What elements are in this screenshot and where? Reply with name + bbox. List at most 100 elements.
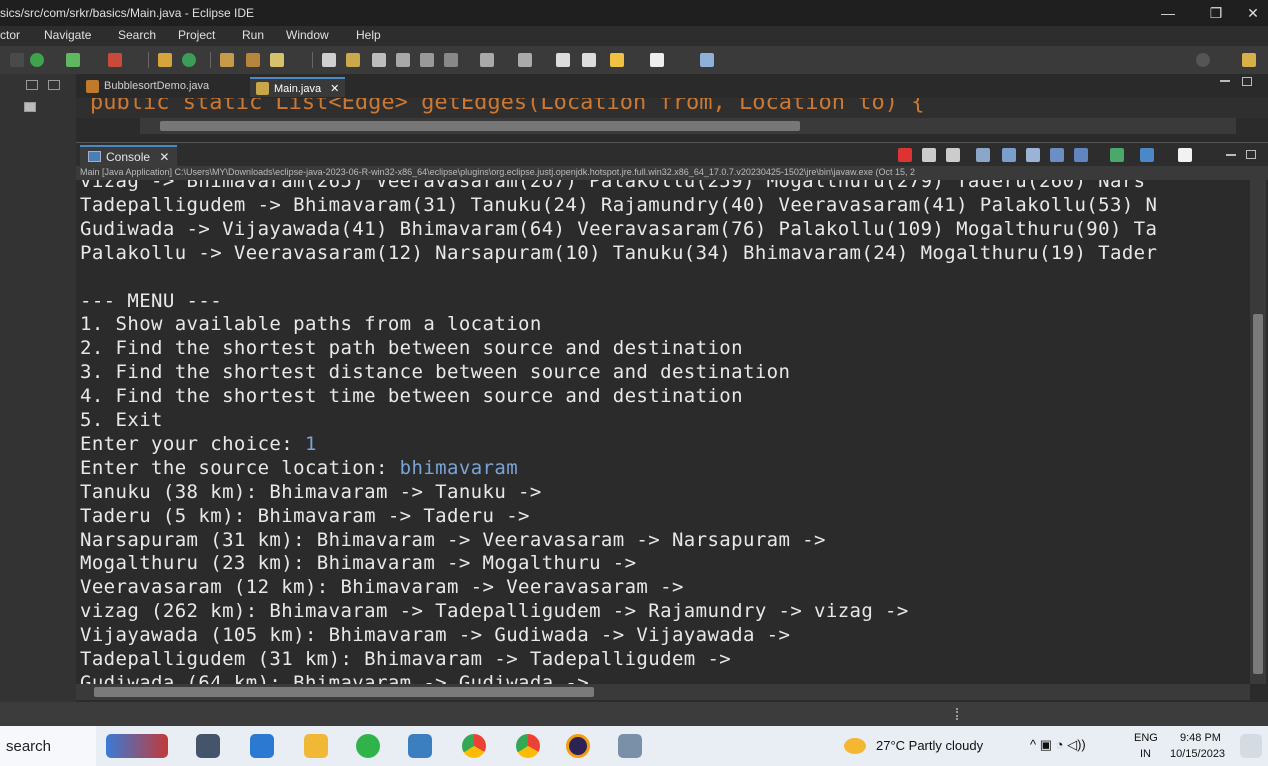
- paragraph-icon[interactable]: [444, 53, 458, 67]
- run-icon[interactable]: [66, 53, 80, 67]
- console-line-text: Gudiwada (64 km): Bhimavaram -> Gudiwada…: [80, 671, 590, 684]
- scrollbar-thumb[interactable]: [160, 121, 800, 131]
- console-horizontal-scrollbar[interactable]: [76, 684, 1250, 700]
- minimize-button[interactable]: —: [1148, 2, 1188, 24]
- minimize-console-icon[interactable]: [1226, 154, 1236, 156]
- back-icon[interactable]: [556, 53, 570, 67]
- open-type-icon[interactable]: [220, 53, 234, 67]
- menu-navigate[interactable]: Navigate: [44, 28, 91, 42]
- last-edit-icon[interactable]: [610, 53, 624, 67]
- store-icon[interactable]: [250, 734, 274, 758]
- nav-forward-icon[interactable]: [650, 53, 664, 67]
- console-line: Gudiwada -> Vijayawada(41) Bhimavaram(64…: [80, 218, 1157, 240]
- debug-icon[interactable]: [30, 53, 44, 67]
- console-line: Enter the source location: bhimavaram: [80, 457, 518, 479]
- console-view-header: Console ✕: [76, 142, 1268, 167]
- tab-console[interactable]: Console ✕: [80, 145, 178, 167]
- forward-icon[interactable]: [582, 53, 596, 67]
- external-tools-icon[interactable]: [108, 53, 122, 67]
- console-line-text: Narsapuram (31 km): Bhimavaram -> Veerav…: [80, 528, 826, 551]
- widget-icon[interactable]: [106, 734, 168, 758]
- show-on-output-icon[interactable]: [1050, 148, 1064, 162]
- clock-date: 10/15/2023: [1170, 748, 1226, 760]
- scrollbar-thumb[interactable]: [94, 687, 594, 697]
- console-line-text: Veeravasaram (12 km): Bhimavaram -> Veer…: [80, 576, 684, 599]
- word-wrap-icon[interactable]: [1026, 148, 1040, 162]
- next-annotation-icon[interactable]: [480, 53, 494, 67]
- clear-console-icon[interactable]: [976, 148, 990, 162]
- prev-annotation-icon[interactable]: [518, 53, 532, 67]
- remove-launch-icon[interactable]: [922, 148, 936, 162]
- editor-tab-bar: BubblesortDemo.java Main.java ✕: [76, 74, 1268, 98]
- chrome-icon[interactable]: [462, 734, 486, 758]
- minimize-editor-icon[interactable]: [1220, 80, 1230, 82]
- app-icon[interactable]: [408, 734, 432, 758]
- console-line-text: Taderu (5 km): Bhimavaram -> Taderu ->: [80, 504, 530, 527]
- maximize-editor-icon[interactable]: [1242, 77, 1252, 86]
- perspective-icon[interactable]: [1242, 53, 1256, 67]
- annotation-icon[interactable]: [346, 53, 360, 67]
- maximize-button[interactable]: ❐: [1196, 2, 1236, 24]
- terminate-icon[interactable]: [898, 148, 912, 162]
- console-output[interactable]: vizag -> Bhimavaram(265) Veeravasaram(26…: [76, 180, 1250, 684]
- close-button[interactable]: ✕: [1238, 2, 1268, 24]
- new-class-icon[interactable]: [182, 53, 196, 67]
- task-view-icon[interactable]: [196, 734, 220, 758]
- open-console-icon[interactable]: [1178, 148, 1192, 162]
- search-tool-icon[interactable]: [322, 53, 336, 67]
- whatsapp-icon[interactable]: [356, 734, 380, 758]
- pin-console-icon[interactable]: [1110, 148, 1124, 162]
- console-tab-label: Console: [106, 150, 151, 164]
- menu-run[interactable]: Run: [242, 28, 264, 42]
- screen: sics/src/com/srkr/basics/Main.java - Ecl…: [0, 0, 1268, 766]
- console-line: 5. Exit: [80, 409, 163, 431]
- file-explorer-icon[interactable]: [304, 734, 328, 758]
- block-select-icon[interactable]: [396, 53, 410, 67]
- new-package-icon[interactable]: [158, 53, 172, 67]
- menu-search[interactable]: Search: [118, 28, 156, 42]
- maximize-console-icon[interactable]: [1246, 150, 1256, 159]
- menu-refactor[interactable]: ctor: [0, 28, 20, 42]
- whitespace-icon[interactable]: [420, 53, 434, 67]
- tab-label: Main.java: [274, 83, 322, 95]
- display-console-icon[interactable]: [1140, 148, 1154, 162]
- close-tab-icon[interactable]: ✕: [330, 83, 339, 95]
- chrome-profile-icon[interactable]: [516, 734, 540, 758]
- tray-icons[interactable]: ^ ▣ ◔ ◁)): [1030, 737, 1086, 753]
- console-line-text: Tadepalligudem (31 km): Bhimavaram -> Ta…: [80, 648, 732, 670]
- code-editor[interactable]: public static List<Edge> getEdges(Locati…: [76, 98, 1268, 118]
- eclipse-icon[interactable]: [566, 734, 590, 758]
- toggle-mark-icon[interactable]: [372, 53, 386, 67]
- minimize-view-icon[interactable]: [26, 80, 38, 90]
- toolbar-dropdown-icon[interactable]: [10, 53, 24, 67]
- app-icon-2[interactable]: [618, 734, 642, 758]
- open-task-icon[interactable]: [246, 53, 260, 67]
- tab-bubblesortdemo[interactable]: BubblesortDemo.java: [80, 77, 215, 97]
- console-line: Gudiwada (64 km): Bhimavaram -> Gudiwada…: [80, 672, 589, 684]
- edit-icon[interactable]: [270, 53, 284, 67]
- maximize-view-icon[interactable]: [48, 80, 60, 90]
- menu-help[interactable]: Help: [356, 28, 381, 42]
- package-explorer-icon[interactable]: [24, 102, 36, 112]
- menu-project[interactable]: Project: [178, 28, 215, 42]
- tab-main[interactable]: Main.java ✕: [250, 77, 346, 97]
- left-view-strip: [0, 74, 76, 702]
- console-icon: [88, 151, 101, 162]
- scroll-lock-icon[interactable]: [1002, 148, 1016, 162]
- title-bar: sics/src/com/srkr/basics/Main.java - Ecl…: [0, 0, 1268, 26]
- menu-window[interactable]: Window: [286, 28, 329, 42]
- taskbar-search[interactable]: search: [0, 726, 96, 766]
- taskbar: search 27°C Partly cloudy ^ ▣ ◔ ◁)) ENG …: [0, 726, 1268, 766]
- scrollbar-thumb[interactable]: [1253, 314, 1263, 674]
- search-icon[interactable]: [1196, 53, 1210, 67]
- editor-horizontal-scrollbar[interactable]: [140, 118, 1236, 134]
- java-file-icon: [256, 82, 269, 95]
- remove-all-icon[interactable]: [946, 148, 960, 162]
- close-console-icon[interactable]: ✕: [159, 150, 169, 164]
- console-line-text: 1. Show available paths from a location: [80, 313, 542, 336]
- notification-icon[interactable]: [1240, 734, 1262, 758]
- pin-editor-icon[interactable]: [700, 53, 714, 67]
- console-vertical-scrollbar[interactable]: [1250, 180, 1266, 684]
- show-on-error-icon[interactable]: [1074, 148, 1088, 162]
- tab-label: BubblesortDemo.java: [104, 80, 210, 92]
